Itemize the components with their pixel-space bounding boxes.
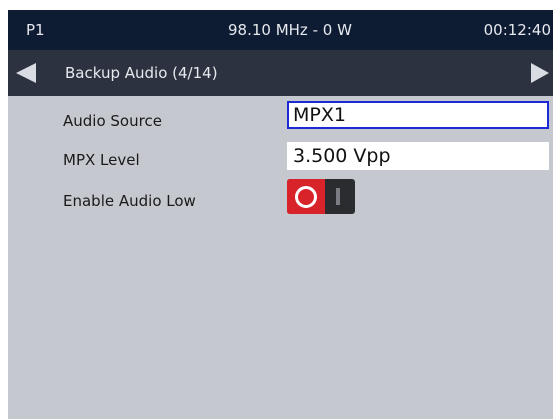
enable-audio-low-toggle[interactable] <box>287 179 355 214</box>
next-page-button[interactable] <box>527 61 553 85</box>
previous-page-button[interactable] <box>12 61 38 85</box>
audio-source-field[interactable]: MPX1 <box>287 101 549 129</box>
right-arrow-icon <box>531 63 549 83</box>
mpx-level-field[interactable]: 3.500 Vpp <box>287 142 549 170</box>
page-title: Backup Audio (4/14) <box>65 64 218 82</box>
status-bar: P1 98.10 MHz - 0 W 00:12:40 <box>8 10 553 50</box>
on-bar-icon <box>336 188 340 205</box>
enable-audio-low-label: Enable Audio Low <box>63 192 196 210</box>
clock: 00:12:40 <box>483 21 551 39</box>
audio-source-label: Audio Source <box>63 112 162 130</box>
left-arrow-icon <box>16 63 36 83</box>
settings-panel: Audio Source MPX1 MPX Level 3.500 Vpp En… <box>8 96 553 419</box>
page-nav-bar: Backup Audio (4/14) <box>8 50 553 96</box>
mpx-level-label: MPX Level <box>63 151 140 169</box>
frequency-power-readout: 98.10 MHz - 0 W <box>228 21 352 39</box>
device-screen: P1 98.10 MHz - 0 W 00:12:40 Backup Audio… <box>0 0 553 419</box>
toggle-off-indicator <box>287 179 325 214</box>
profile-indicator: P1 <box>26 21 45 39</box>
off-circle-icon <box>295 186 317 208</box>
